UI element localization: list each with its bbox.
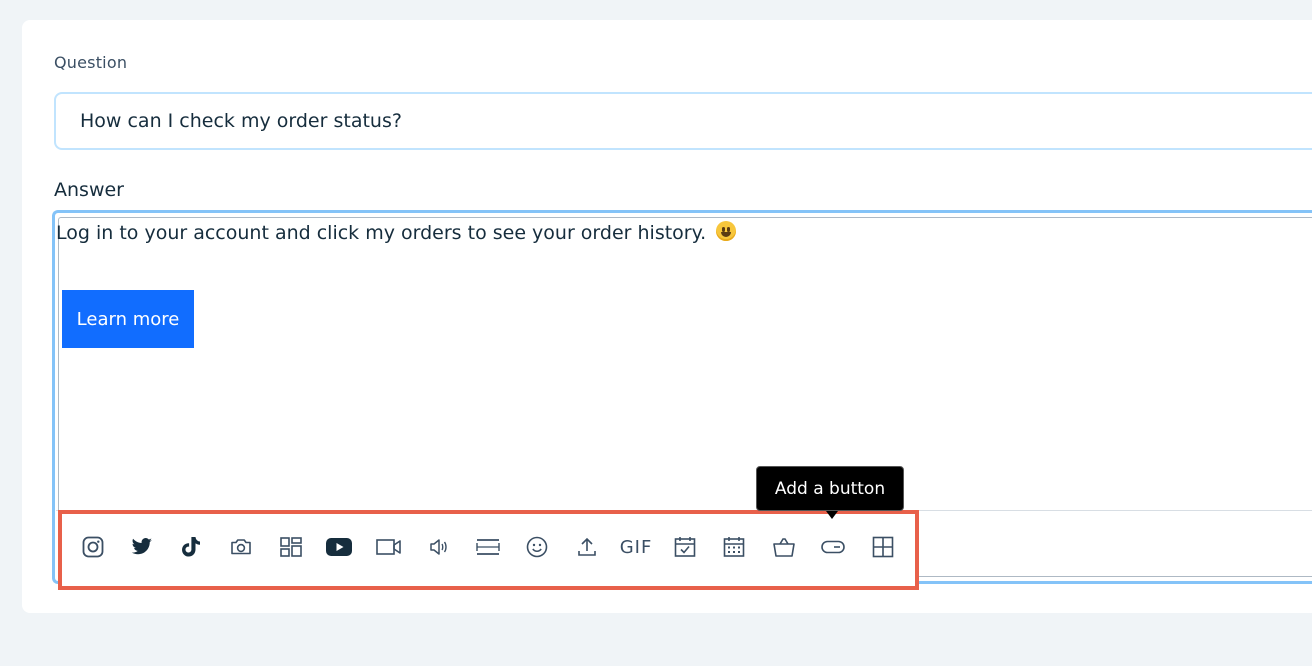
audio-icon[interactable] — [424, 532, 454, 562]
tiktok-icon[interactable] — [176, 532, 206, 562]
button-icon[interactable] — [818, 532, 848, 562]
grinning-face-emoji — [716, 221, 737, 241]
learn-more-button[interactable]: Learn more — [62, 290, 194, 348]
camera-icon[interactable] — [226, 532, 256, 562]
add-button-tooltip: Add a button — [756, 466, 904, 511]
event-icon[interactable] — [670, 532, 700, 562]
video-icon[interactable] — [374, 532, 404, 562]
twitter-icon[interactable] — [127, 532, 157, 562]
gallery-icon[interactable] — [276, 532, 306, 562]
youtube-icon[interactable] — [324, 532, 354, 562]
table-icon[interactable] — [868, 532, 898, 562]
divider-icon[interactable] — [473, 532, 503, 562]
answer-text[interactable]: Log in to your account and click my orde… — [56, 221, 737, 244]
calendar-icon[interactable] — [719, 532, 749, 562]
gif-label: GIF — [619, 536, 653, 558]
answer-label: Answer — [54, 179, 124, 201]
shopping-bag-icon[interactable] — [769, 532, 799, 562]
question-label: Question — [54, 53, 128, 72]
upload-icon[interactable] — [572, 532, 602, 562]
tooltip-arrow — [826, 511, 838, 519]
question-input[interactable]: How can I check my order status? — [54, 92, 1312, 150]
plugin-toolbar: GIF — [58, 510, 919, 590]
instagram-icon[interactable] — [78, 532, 108, 562]
answer-text-content: Log in to your account and click my orde… — [56, 222, 707, 244]
emoji-icon[interactable] — [522, 532, 552, 562]
gif-icon[interactable]: GIF — [617, 532, 655, 562]
